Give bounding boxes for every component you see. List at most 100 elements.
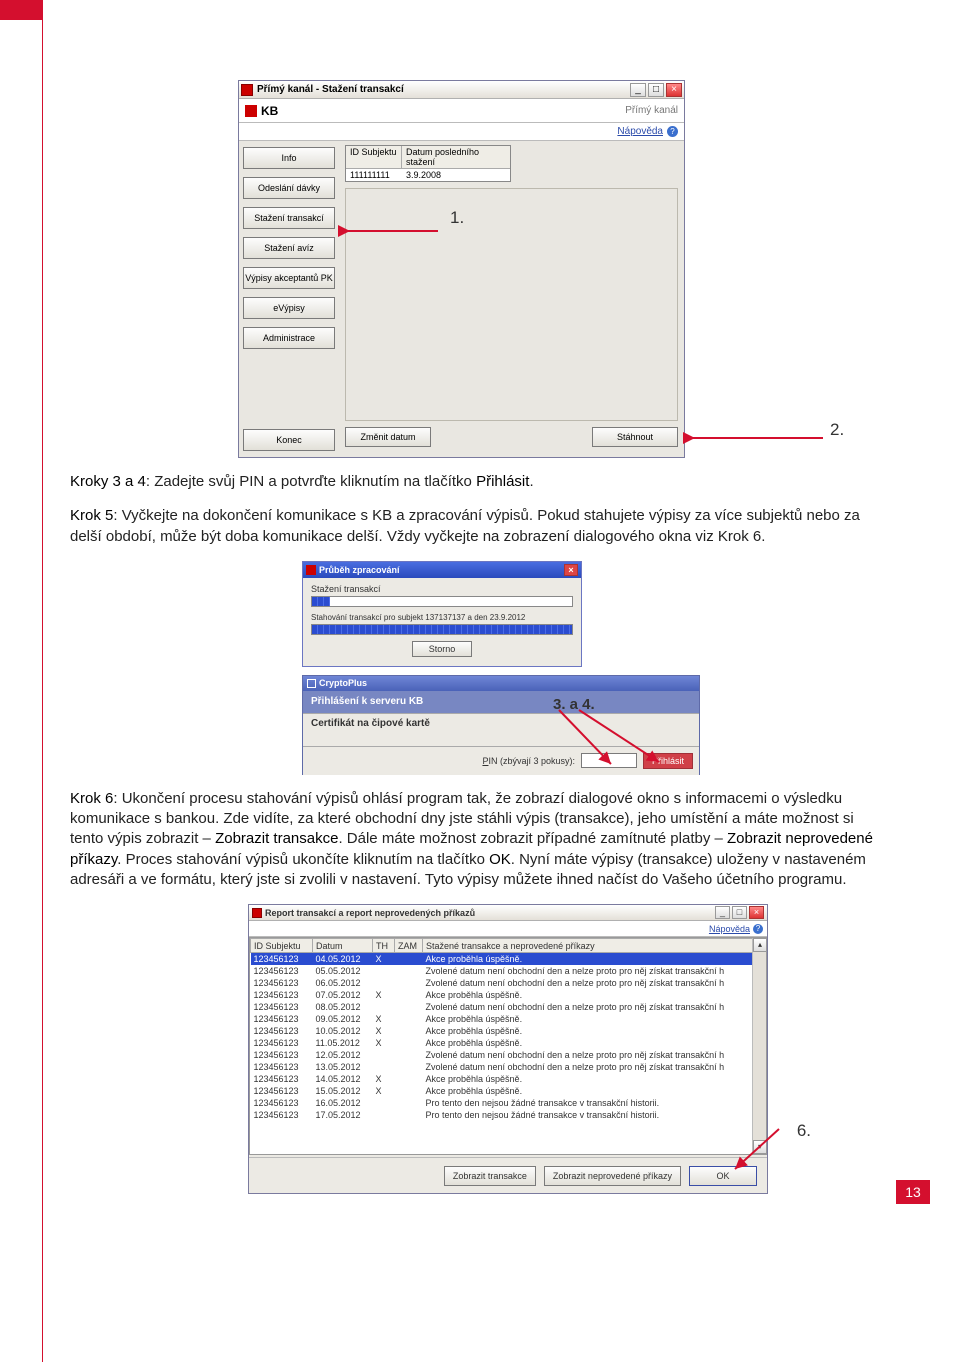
window-title: Průběh zpracování [319, 565, 564, 575]
progress-bar-2 [311, 624, 573, 635]
help-icon[interactable]: ? [667, 126, 678, 137]
annotation-2: 2. [830, 420, 844, 440]
table-row[interactable]: 12345612312.05.2012Zvolené datum není ob… [251, 1049, 766, 1061]
scroll-down-icon[interactable]: ▾ [753, 1140, 767, 1154]
app-icon [306, 565, 316, 575]
scroll-up-icon[interactable]: ▴ [753, 938, 767, 952]
paragraph-krok-6: Krok 6: Ukončení procesu stahování výpis… [70, 789, 890, 890]
sidebar-item-stazeni-transakci[interactable]: Stažení transakcí [243, 207, 335, 229]
para1-prefix: Kroky 3 a 4 [70, 473, 146, 490]
table-row[interactable]: 12345612310.05.2012XAkce proběhla úspěšn… [251, 1025, 766, 1037]
para1-end: . [529, 473, 533, 490]
para3-c: . Dále máte možnost zobrazit případné za… [338, 830, 727, 847]
sidebar-item-evypisy[interactable]: eVýpisy [243, 297, 335, 319]
sidebar-item-administrace[interactable]: Administrace [243, 327, 335, 349]
pin-label: PIN (zbývají 3 pokusy): [482, 756, 575, 766]
sidebar-item-info[interactable]: Info [243, 147, 335, 169]
ok-button[interactable]: OK [689, 1166, 757, 1186]
th-datum: Datum posledního stažení [402, 146, 510, 168]
th-zam: ZAM [395, 939, 423, 953]
progress-label-1: Stažení transakcí [311, 584, 573, 594]
table-row[interactable]: 12345612313.05.2012Zvolené datum není ob… [251, 1061, 766, 1073]
sidebar-item-stazeni-aviz[interactable]: Stažení avíz [243, 237, 335, 259]
arrow-2-icon [685, 430, 825, 446]
th-id: ID Subjektu [251, 939, 313, 953]
progress-label-2: Stahování transakcí pro subjekt 13713713… [311, 613, 573, 622]
th-id-subjektu: ID Subjektu [346, 146, 402, 168]
app-icon [241, 84, 253, 96]
login-header: Přihlášení k serveru KB [311, 696, 423, 707]
annotation-1: 1. [450, 208, 464, 228]
login-button[interactable]: Přihlásit [643, 753, 693, 769]
help-link[interactable]: Nápověda [617, 126, 663, 137]
th-th: TH [373, 939, 395, 953]
maximize-button[interactable]: □ [648, 83, 664, 97]
paragraph-krok-5: Krok 5: Vyčkejte na dokončení komunikace… [70, 506, 890, 547]
subject-table: ID Subjektu Datum posledního stažení 111… [345, 145, 511, 182]
page-accent-line [42, 0, 43, 1362]
sidebar-item-vypisy-pk[interactable]: Výpisy akceptantů PK [243, 267, 335, 289]
kb-logo-text: KB [261, 104, 278, 118]
show-rejected-button[interactable]: Zobrazit neprovedené příkazy [544, 1166, 681, 1186]
pin-input[interactable] [581, 753, 637, 768]
window-title: Report transakcí a report neprovedených … [265, 908, 713, 918]
sidebar: Info Odeslání dávky Stažení transakcí St… [239, 141, 339, 457]
minimize-button[interactable]: _ [630, 83, 646, 97]
screenshot-main-window: Přímý kanál - Stažení transakcí _ □ × KB… [238, 80, 685, 458]
annotation-6: 6. [797, 1121, 811, 1141]
help-link[interactable]: Nápověda [709, 924, 750, 934]
table-row[interactable]: 12345612314.05.2012XAkce proběhla úspěšn… [251, 1073, 766, 1085]
td-id: 111111111 [346, 169, 402, 181]
report-table: ID Subjektu Datum TH ZAM Stažené transak… [250, 938, 766, 1121]
table-row[interactable]: 12345612311.05.2012XAkce proběhla úspěšn… [251, 1037, 766, 1049]
para1-bold: Přihlásit [476, 473, 529, 490]
annotation-3-4: 3. a 4. [553, 696, 595, 713]
para2-prefix: Krok 5 [70, 507, 113, 524]
screenshot-cryptoplus-window: CryptoPlus Přihlášení k serveru KB 3. a … [302, 675, 700, 775]
progress-bar-1 [311, 596, 573, 607]
screenshot-report-window: Report transakcí a report neprovedených … [248, 904, 768, 1194]
download-button[interactable]: Stáhnout [592, 427, 678, 447]
para1-rest: : Zadejte svůj PIN a potvrďte kliknutím … [146, 473, 476, 490]
storno-button[interactable]: Storno [412, 641, 472, 657]
help-icon[interactable]: ? [753, 924, 763, 934]
sidebar-item-konec[interactable]: Konec [243, 429, 335, 451]
page-accent-bar [0, 0, 42, 20]
para2-rest: : Vyčkejte na dokončení komunikace s KB … [70, 507, 860, 544]
para3-e: . Proces stahování výpisů ukončíte klikn… [117, 851, 489, 868]
para3-b: Zobrazit transakce [215, 830, 338, 847]
table-row[interactable]: 12345612305.05.2012Zvolené datum není ob… [251, 965, 766, 977]
close-button[interactable]: × [564, 564, 578, 576]
table-row[interactable]: 12345612317.05.2012Pro tento den nejsou … [251, 1109, 766, 1121]
maximize-button[interactable]: □ [732, 906, 747, 919]
content-panel [345, 188, 678, 421]
page-number: 13 [896, 1180, 930, 1204]
para3-f: OK [489, 851, 511, 868]
kb-logo-icon [245, 105, 257, 117]
table-row[interactable]: 12345612308.05.2012Zvolené datum není ob… [251, 1001, 766, 1013]
close-button[interactable]: × [666, 83, 682, 97]
table-row[interactable]: 12345612309.05.2012XAkce proběhla úspěšn… [251, 1013, 766, 1025]
product-label: Přímý kanál [625, 105, 678, 116]
window-title: CryptoPlus [319, 678, 367, 688]
cert-label: Certifikát na čipové kartě [311, 718, 430, 729]
app-icon [307, 679, 316, 688]
th-msg: Stažené transakce a neprovedené příkazy [423, 939, 766, 953]
table-row[interactable]: 12345612306.05.2012Zvolené datum není ob… [251, 977, 766, 989]
table-row[interactable]: 12345612304.05.2012XAkce proběhla úspěšn… [251, 953, 766, 965]
td-date: 3.9.2008 [402, 169, 445, 181]
table-row[interactable]: 12345612315.05.2012XAkce proběhla úspěšn… [251, 1085, 766, 1097]
close-button[interactable]: × [749, 906, 764, 919]
app-icon [252, 908, 262, 918]
paragraph-kroky-3-4: Kroky 3 a 4: Zadejte svůj PIN a potvrďte… [70, 472, 890, 492]
table-row[interactable]: 12345612307.05.2012XAkce proběhla úspěšn… [251, 989, 766, 1001]
sidebar-item-odeslani[interactable]: Odeslání dávky [243, 177, 335, 199]
change-date-button[interactable]: Změnit datum [345, 427, 431, 447]
minimize-button[interactable]: _ [715, 906, 730, 919]
th-datum: Datum [313, 939, 373, 953]
show-transactions-button[interactable]: Zobrazit transakce [444, 1166, 536, 1186]
table-row[interactable]: 12345612316.05.2012Pro tento den nejsou … [251, 1097, 766, 1109]
scrollbar[interactable]: ▴ ▾ [752, 938, 766, 1154]
window-title: Přímý kanál - Stažení transakcí [257, 84, 628, 95]
para3-prefix: Krok 6 [70, 790, 113, 807]
